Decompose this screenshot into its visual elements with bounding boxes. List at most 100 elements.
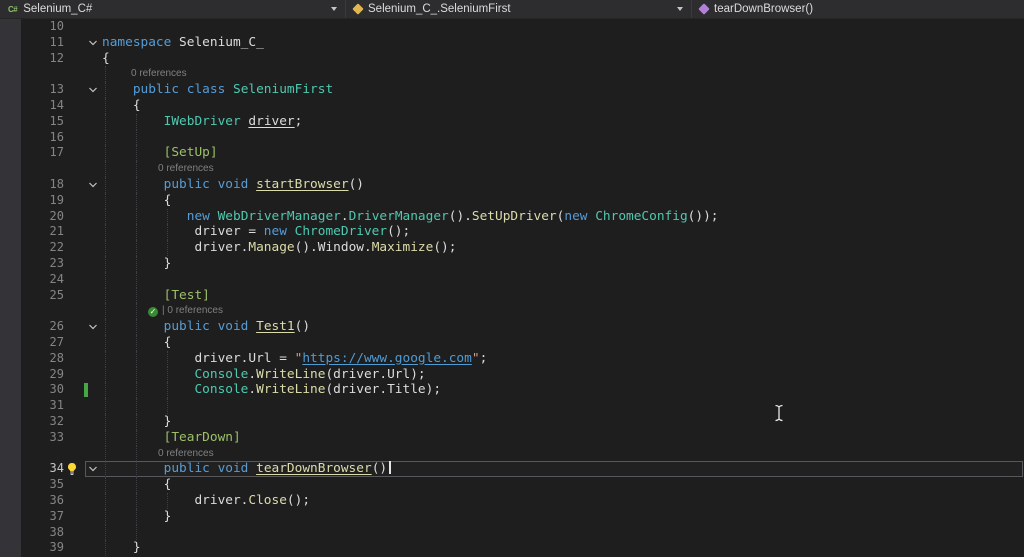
code-line[interactable]: 20 new WebDriverManager.DriverManager().… <box>0 208 1024 225</box>
nav-member-dropdown[interactable]: tearDownBrowser() <box>692 0 1024 18</box>
indent-guide <box>105 66 106 83</box>
codelens-label: 0 references <box>158 447 214 459</box>
line-number: 15 <box>49 113 64 128</box>
codelens-references[interactable]: 0 references <box>158 446 214 462</box>
code-line[interactable]: 25 [Test] <box>0 287 1024 304</box>
code-token: ; <box>294 113 303 129</box>
fold-collapse-icon[interactable] <box>88 321 100 333</box>
code-line[interactable]: 33 [TearDown] <box>0 429 1024 446</box>
code-line[interactable]: 37 } <box>0 508 1024 525</box>
code-token: DriverManager <box>348 208 449 224</box>
code-token: https://www.google.com <box>302 350 472 366</box>
code-line[interactable]: 18 public void startBrowser() <box>0 176 1024 193</box>
code-token: } <box>102 413 172 429</box>
code-line[interactable]: 15 IWebDriver driver; <box>0 113 1024 130</box>
line-number: 10 <box>49 19 64 33</box>
code-line[interactable]: 12 { <box>0 51 1024 67</box>
line-number: 28 <box>49 350 64 365</box>
code-token: () <box>294 319 311 335</box>
codelens-row[interactable]: ✓ | 0 references <box>0 303 1024 320</box>
code-text: [SetUp] <box>102 145 218 161</box>
line-number: 34 <box>49 461 64 476</box>
code-line[interactable]: 29 Console.WriteLine(driver.Url); <box>0 366 1024 383</box>
code-text: driver.Close(); <box>102 493 310 509</box>
codelens-references[interactable]: 0 references <box>158 161 214 177</box>
code-line[interactable]: 35 { <box>0 477 1024 493</box>
code-line[interactable]: 23 } <box>0 255 1024 272</box>
code-line[interactable]: 31 <box>0 398 1024 414</box>
indent-guide <box>105 129 106 146</box>
code-token: (); <box>433 240 457 256</box>
nav-project-dropdown[interactable]: C# Selenium_C# <box>0 0 346 18</box>
line-number: 35 <box>49 477 64 492</box>
line-number: 37 <box>49 508 64 523</box>
indent-guide <box>136 271 137 288</box>
fold-collapse-icon[interactable] <box>88 84 100 96</box>
code-line[interactable]: 10 <box>0 19 1024 35</box>
code-token: Console <box>194 366 249 382</box>
indent-guide <box>136 303 137 320</box>
code-token: driver. <box>102 492 249 508</box>
chevron-down-icon <box>677 7 683 11</box>
line-number: 26 <box>49 319 64 334</box>
line-number: 11 <box>49 34 64 49</box>
code-token: . <box>248 366 257 382</box>
code-line[interactable]: 22 driver.Manage().Window.Maximize(); <box>0 240 1024 256</box>
code-token: } <box>102 540 141 556</box>
code-token: (driver.Title); <box>325 382 442 398</box>
code-line[interactable]: 30 Console.WriteLine(driver.Title); <box>0 382 1024 399</box>
code-line[interactable]: 11 namespace Selenium_C_ <box>0 35 1024 51</box>
code-line[interactable]: 24 <box>0 271 1024 288</box>
codelens-references[interactable]: ✓ | 0 references <box>148 303 223 319</box>
code-token: (driver.Url); <box>325 366 426 382</box>
code-line[interactable]: 21 driver = new ChromeDriver(); <box>0 224 1024 241</box>
code-text: public void Test1() <box>102 319 310 335</box>
code-line[interactable]: 16 <box>0 129 1024 146</box>
code-text: [TearDown] <box>102 430 241 446</box>
codelens-references[interactable]: 0 references <box>131 66 187 82</box>
code-line[interactable]: 32 } <box>0 413 1024 430</box>
code-line[interactable]: 17 [SetUp] <box>0 145 1024 162</box>
code-text: namespace Selenium_C_ <box>102 35 264 51</box>
nav-member-label: tearDownBrowser() <box>714 3 814 15</box>
code-line[interactable]: 39 } <box>0 540 1024 557</box>
code-line[interactable]: 28 driver.Url = "https://www.google.com"… <box>0 350 1024 367</box>
test-passed-icon: ✓ <box>148 307 158 318</box>
fold-collapse-icon[interactable] <box>88 37 100 49</box>
code-token: (). <box>294 240 318 256</box>
code-token: driver <box>248 113 295 129</box>
code-text: driver = new ChromeDriver(); <box>102 224 410 240</box>
code-line[interactable]: 36 driver.Close(); <box>0 492 1024 509</box>
codelens-row[interactable]: 0 references <box>0 161 1024 177</box>
code-text: public void startBrowser() <box>102 177 364 193</box>
code-token: () <box>348 176 364 192</box>
code-line[interactable]: 14 { <box>0 97 1024 114</box>
codelens-row[interactable]: 0 references <box>0 66 1024 83</box>
code-token: Window. <box>317 240 372 256</box>
method-icon <box>698 3 710 15</box>
code-line[interactable]: 34 public void tearDownBrowser() <box>0 461 1024 478</box>
fold-collapse-icon[interactable] <box>88 179 100 191</box>
code-line[interactable]: 13 public class SeleniumFirst <box>0 82 1024 98</box>
nav-project-label: Selenium_C# <box>23 3 93 15</box>
code-token: driver = <box>102 224 264 240</box>
code-line[interactable]: 38 <box>0 524 1024 541</box>
code-token: SeleniumFirst <box>225 82 334 98</box>
code-token: } <box>102 508 172 524</box>
text-caret <box>389 461 392 475</box>
codelens-row[interactable]: 0 references <box>0 445 1024 462</box>
code-line[interactable]: 27 { <box>0 334 1024 351</box>
nav-type-dropdown[interactable]: Selenium_C_.SeleniumFirst <box>346 0 692 18</box>
line-number: 20 <box>49 208 64 223</box>
line-number: 13 <box>49 82 64 97</box>
code-token: ()); <box>687 208 719 224</box>
lightbulb-icon[interactable] <box>66 462 80 476</box>
fold-collapse-icon[interactable] <box>88 463 100 475</box>
line-number: 16 <box>49 129 64 144</box>
code-line[interactable]: 26 public void Test1() <box>0 319 1024 335</box>
code-text: } <box>102 540 141 556</box>
code-line[interactable]: 19 { <box>0 192 1024 209</box>
